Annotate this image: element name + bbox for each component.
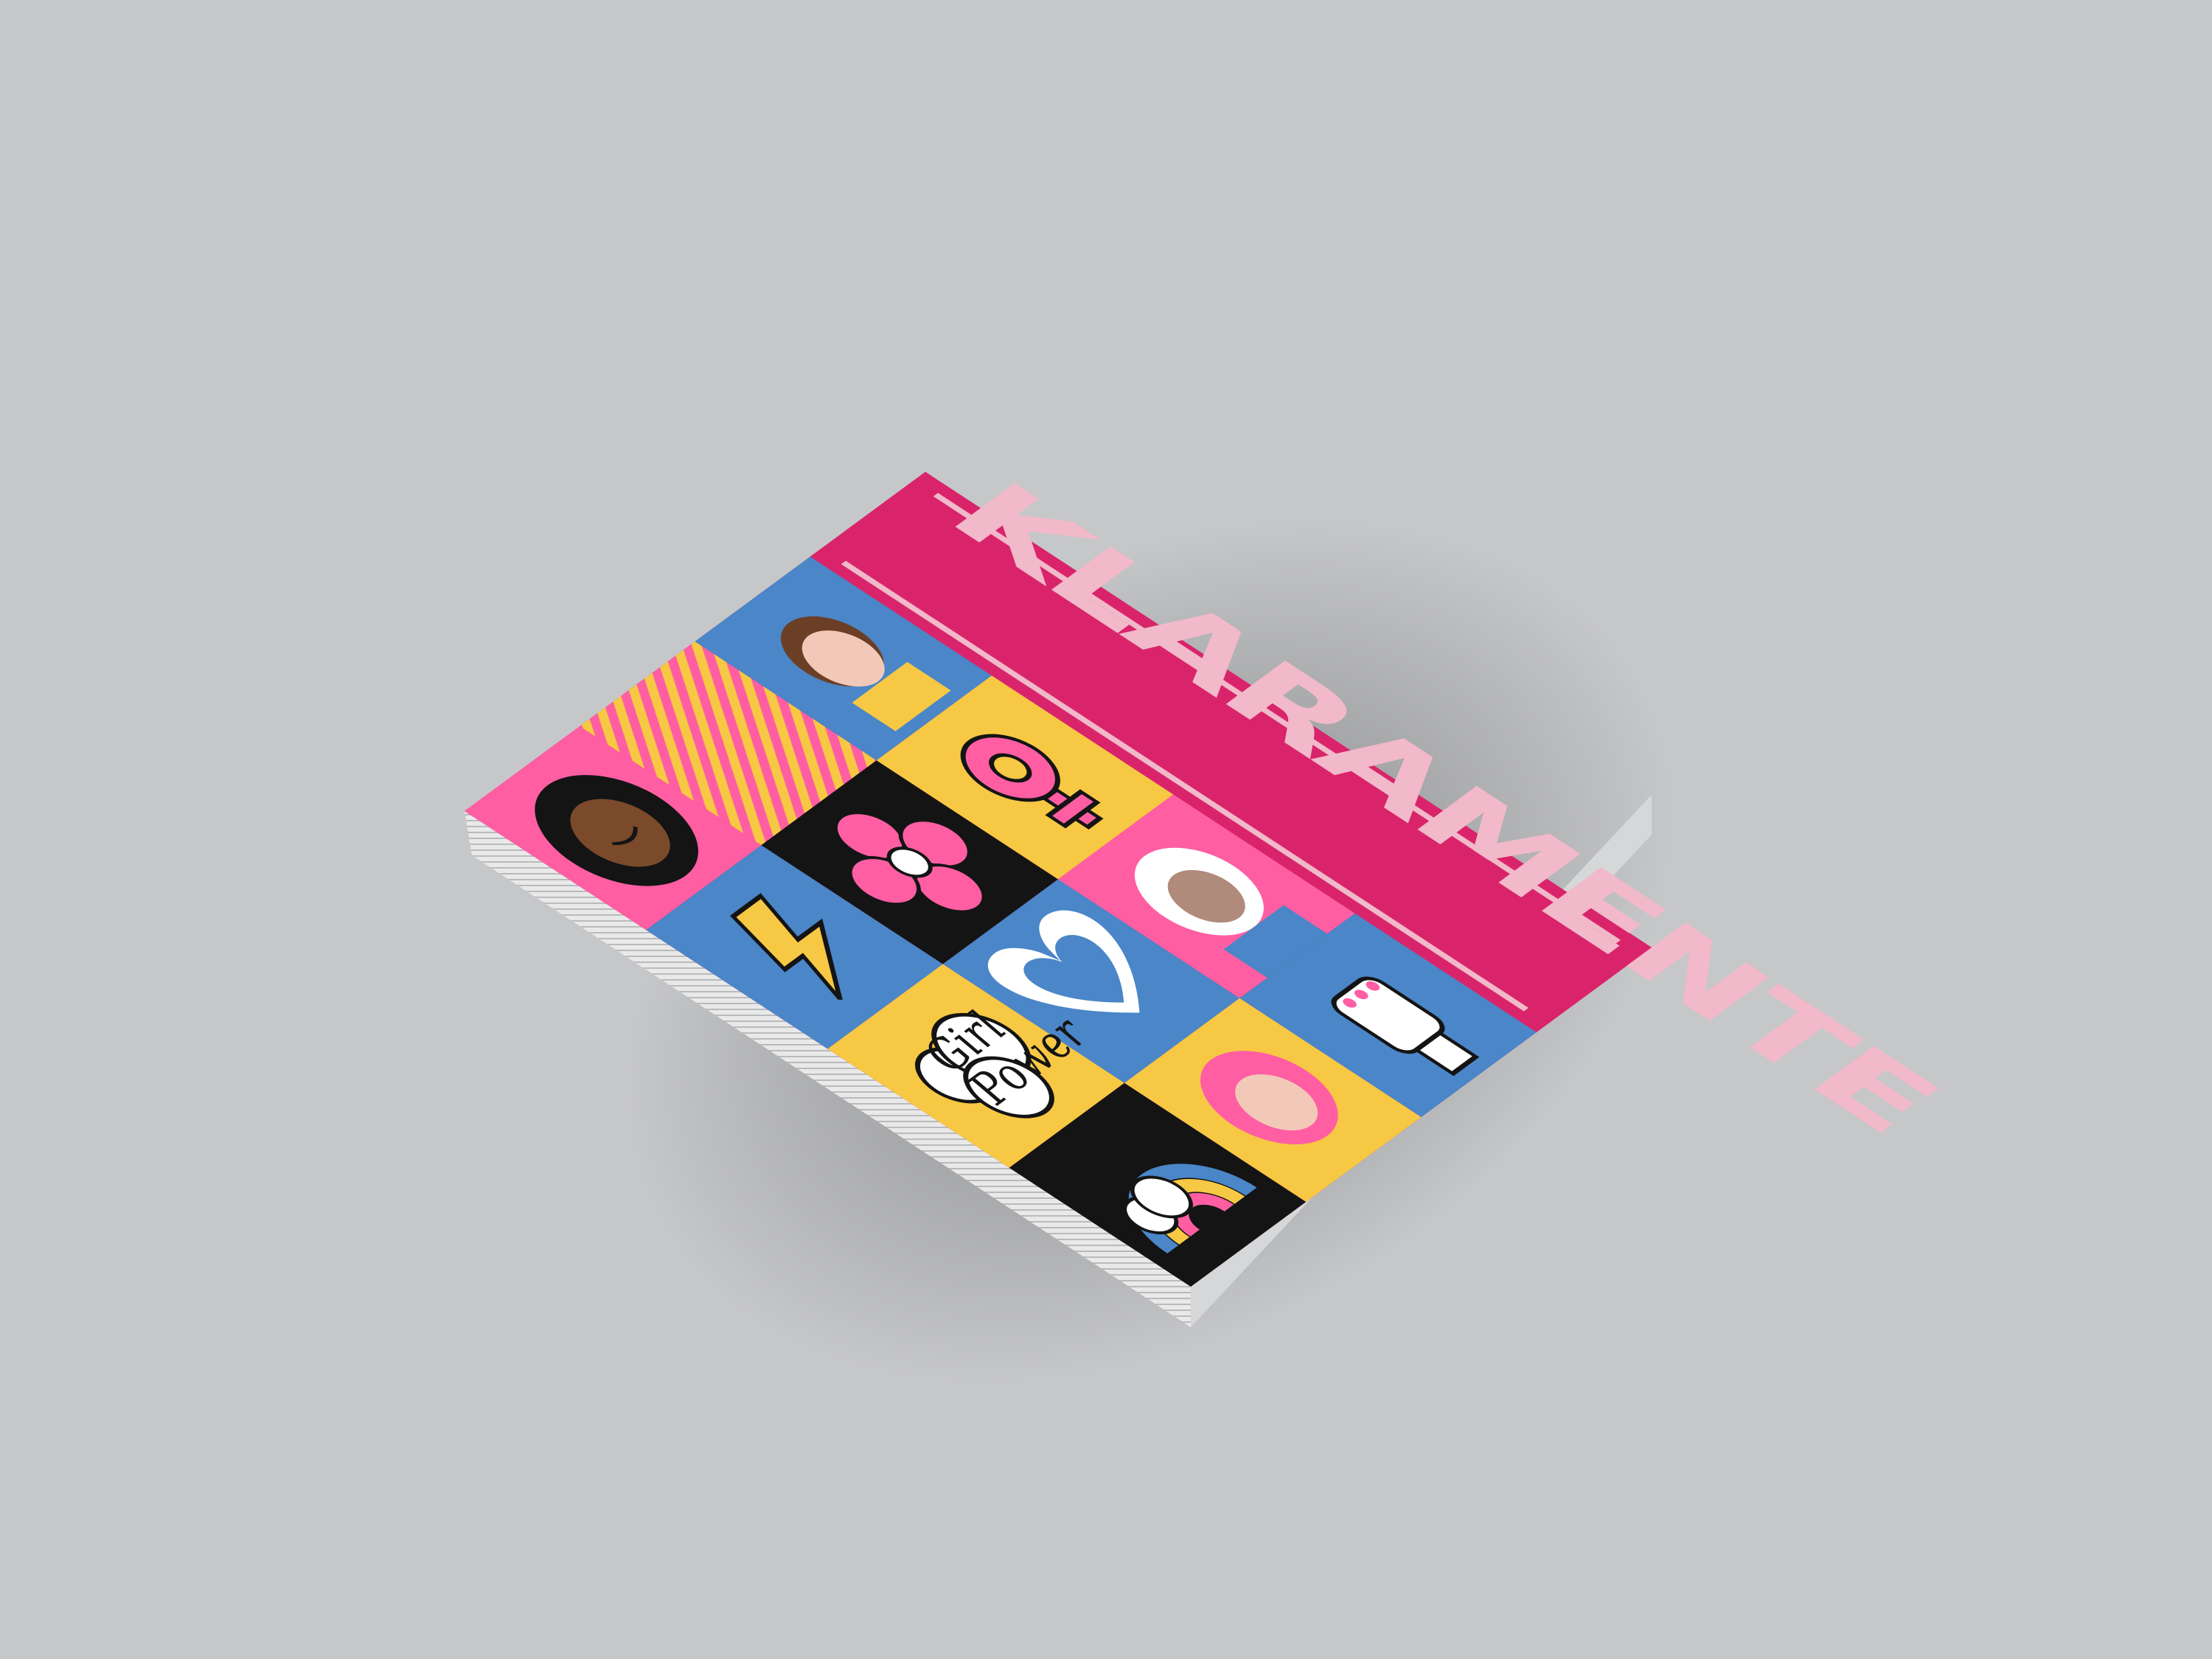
book-mockup-scene: Girl Power KLARAMENTE <box>0 0 2212 1659</box>
